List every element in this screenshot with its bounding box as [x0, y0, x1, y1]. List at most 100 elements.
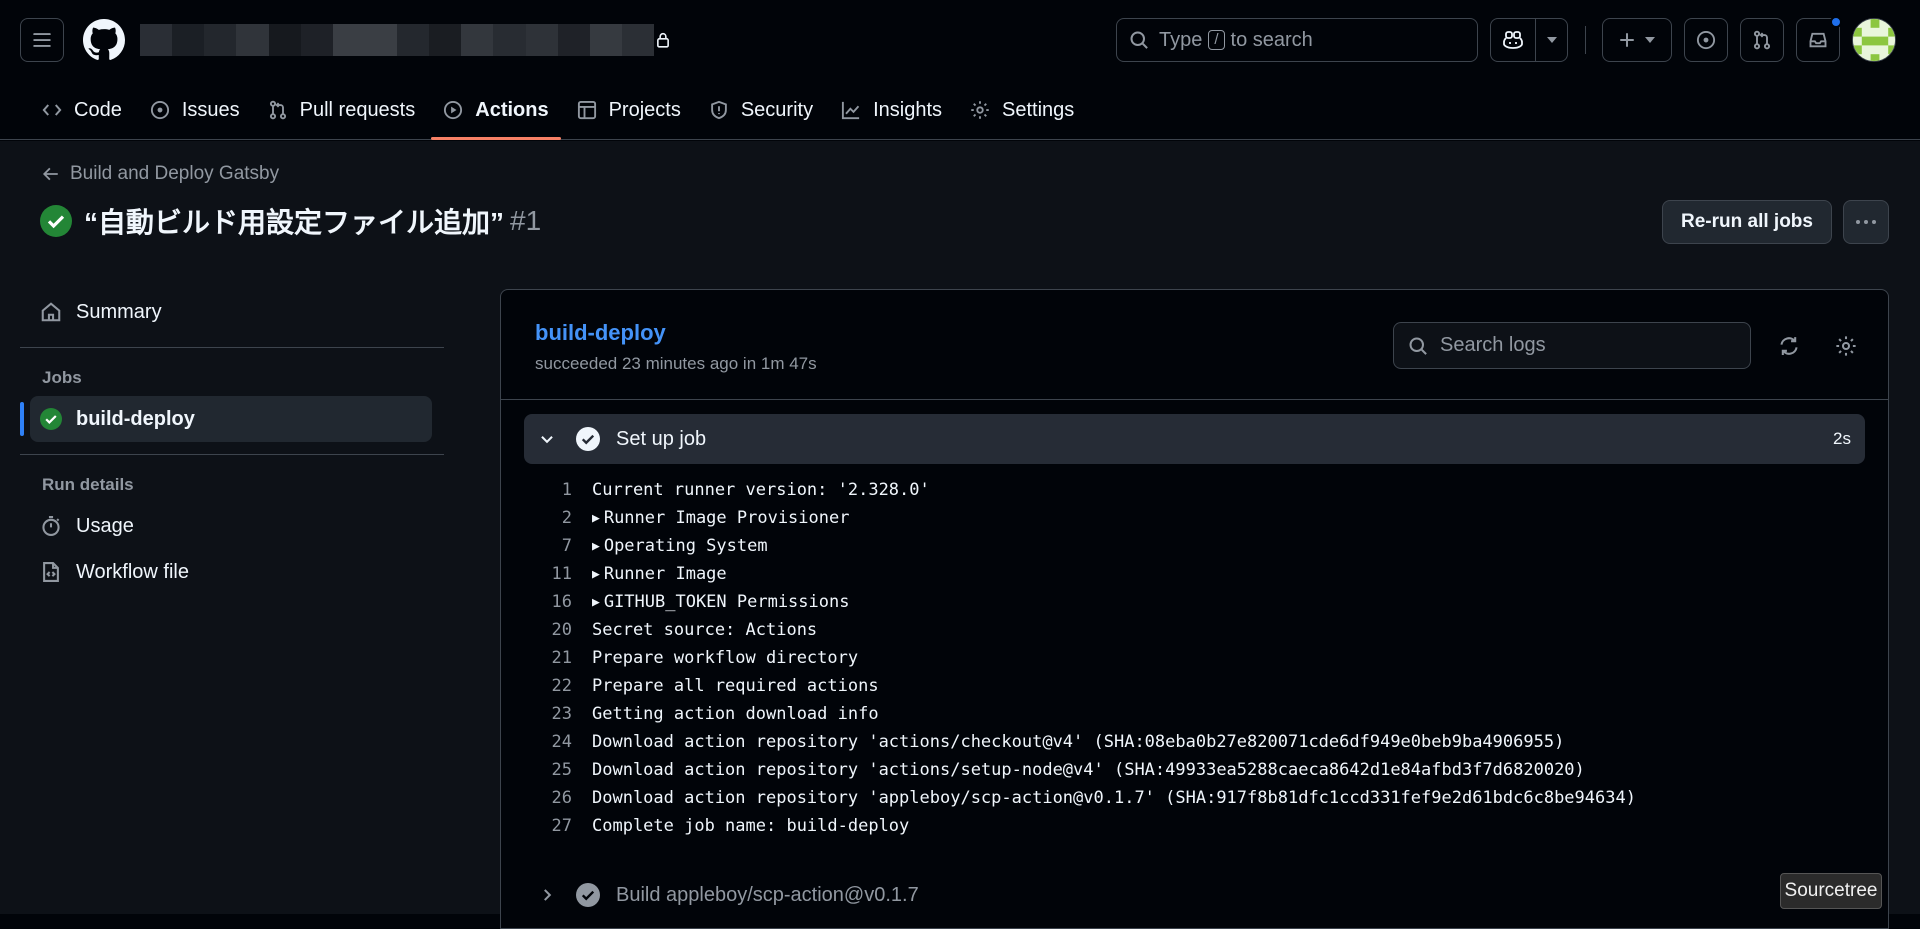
workflow-name: Build and Deploy Gatsby [70, 163, 280, 184]
job-status: succeeded 23 minutes ago in 1m 47s [535, 354, 817, 373]
graph-icon [842, 101, 860, 120]
gear-icon [1836, 336, 1856, 356]
triangle-right-icon: ▶ [592, 566, 600, 582]
log-line-text: Secret source: Actions [592, 620, 818, 640]
stopwatch-icon [42, 516, 60, 536]
github-logo[interactable] [82, 18, 126, 62]
log-group[interactable]: 16 ▶ GITHUB_TOKEN Permissions [524, 588, 1865, 616]
log-line-text: Download action repository 'actions/setu… [592, 760, 1585, 780]
tab-security[interactable]: Security [697, 80, 825, 140]
home-icon [41, 302, 61, 322]
log-line-number[interactable]: 21 [524, 648, 592, 668]
your-issues-button[interactable] [1684, 18, 1728, 62]
log-group[interactable]: 7 ▶ Operating System [524, 532, 1865, 560]
job-name[interactable]: build-deploy [535, 320, 666, 346]
step-name: Build appleboy/scp-action@v0.1.7 [616, 883, 919, 906]
search-logs-input[interactable]: Search logs [1393, 322, 1751, 369]
back-to-workflow-link[interactable]: Build and Deploy Gatsby [42, 163, 279, 185]
create-new-button[interactable] [1602, 18, 1672, 62]
log-line: 21 Prepare workflow directory [524, 644, 1865, 672]
rerun-all-jobs-button[interactable]: Re-run all jobs [1662, 200, 1832, 244]
check-circle-fill-icon [40, 408, 62, 430]
copilot-button[interactable] [1490, 18, 1536, 62]
log-line-number[interactable]: 26 [524, 788, 592, 808]
tab-actions-label: Actions [475, 98, 549, 121]
table-icon [577, 100, 596, 120]
sidebar-item-summary[interactable]: Summary [20, 289, 444, 335]
log-settings-button[interactable] [1828, 328, 1864, 364]
log-group[interactable]: 2 ▶ Runner Image Provisioner [524, 504, 1865, 532]
plus-icon [1620, 33, 1634, 47]
triangle-down-icon [1645, 37, 1655, 43]
log-line-number[interactable]: 25 [524, 760, 592, 780]
arrow-left-icon [42, 167, 58, 181]
github-mark-icon [83, 19, 125, 60]
log-line-number[interactable]: 24 [524, 732, 592, 752]
log-line: 20 Secret source: Actions [524, 616, 1865, 644]
log-line-number[interactable]: 22 [524, 676, 592, 696]
copilot-dropdown-button[interactable] [1536, 18, 1568, 62]
notification-dot [1830, 16, 1842, 28]
log-line-text: Runner Image [603, 564, 727, 584]
kebab-horizontal-icon [1856, 220, 1876, 224]
step-set-up-job[interactable]: Set up job 2s [524, 414, 1865, 464]
tab-code-label: Code [74, 98, 122, 121]
log-line-number[interactable]: 20 [524, 620, 592, 640]
search-icon [1409, 337, 1427, 355]
step-duration: 2s [1833, 429, 1851, 448]
menu-button[interactable] [20, 18, 64, 62]
identicon-icon [1853, 19, 1895, 61]
lock-icon [657, 32, 669, 48]
sidebar-item-build-deploy[interactable]: build-deploy [20, 396, 432, 442]
tab-projects[interactable]: Projects [565, 80, 693, 140]
log-line: 26 Download action repository 'appleboy/s… [524, 784, 1865, 812]
log-line-number[interactable]: 16 [524, 592, 592, 612]
sourcetree-tooltip: Sourcetree [1780, 873, 1882, 909]
tab-pull-requests[interactable]: Pull requests [256, 80, 428, 140]
log-line-number[interactable]: 11 [524, 564, 592, 584]
copilot-button-group [1490, 18, 1568, 62]
log-line: 24 Download action repository 'actions/ch… [524, 728, 1865, 756]
step-build-scp-action[interactable]: Build appleboy/scp-action@v0.1.7 [524, 870, 1865, 920]
triangle-right-icon: ▶ [592, 538, 600, 554]
search-suffix: to search [1230, 28, 1313, 51]
log-output: 1 Current runner version: '2.328.0' 2 ▶ Run… [524, 476, 1865, 840]
chevron-right-icon [538, 886, 560, 904]
log-line-text: Prepare all required actions [592, 676, 879, 696]
run-number: #1 [510, 205, 542, 236]
check-circle-fill-icon [576, 427, 600, 451]
user-avatar[interactable] [1852, 18, 1896, 62]
refresh-logs-button[interactable] [1771, 328, 1807, 364]
log-line: 25 Download action repository 'actions/se… [524, 756, 1865, 784]
log-line: 22 Prepare all required actions [524, 672, 1865, 700]
inbox-button[interactable] [1796, 16, 1842, 62]
tab-code[interactable]: Code [30, 80, 134, 140]
redacted-repo-path [140, 24, 654, 56]
run-title-text: “自動ビルド用設定ファイル追加” [84, 207, 505, 238]
log-group[interactable]: 11 ▶ Runner Image [524, 560, 1865, 588]
your-pull-requests-button[interactable] [1740, 18, 1784, 62]
log-line-number[interactable]: 2 [524, 508, 592, 528]
log-line-number[interactable]: 23 [524, 704, 592, 724]
more-options-button[interactable] [1843, 200, 1889, 244]
sidebar-item-usage[interactable]: Usage [20, 503, 444, 549]
tab-insights[interactable]: Insights [829, 80, 954, 140]
log-line-text: Getting action download info [592, 704, 879, 724]
tab-settings[interactable]: Settings [958, 80, 1086, 140]
global-search-input[interactable]: Type / to search [1116, 18, 1478, 62]
log-line: 23 Getting action download info [524, 700, 1865, 728]
tab-actions[interactable]: Actions [431, 80, 561, 140]
log-line-text: GITHUB_TOKEN Permissions [603, 592, 850, 612]
check-circle-fill-icon [576, 883, 600, 907]
tab-projects-label: Projects [608, 98, 681, 121]
log-line: 27 Complete job name: build-deploy [524, 812, 1865, 840]
app-header: Type / to search Code Issues Pull reques… [0, 0, 1920, 140]
log-line-number[interactable]: 1 [524, 480, 592, 500]
sidebar-jobs-heading: Jobs [42, 368, 82, 387]
log-line-number[interactable]: 27 [524, 816, 592, 836]
header-divider [1585, 26, 1586, 54]
tab-issues[interactable]: Issues [138, 80, 252, 140]
sidebar-item-workflow-file[interactable]: Workflow file [20, 549, 444, 595]
job-header: build-deploy succeeded 23 minutes ago in… [501, 290, 1888, 400]
log-line-number[interactable]: 7 [524, 536, 592, 556]
